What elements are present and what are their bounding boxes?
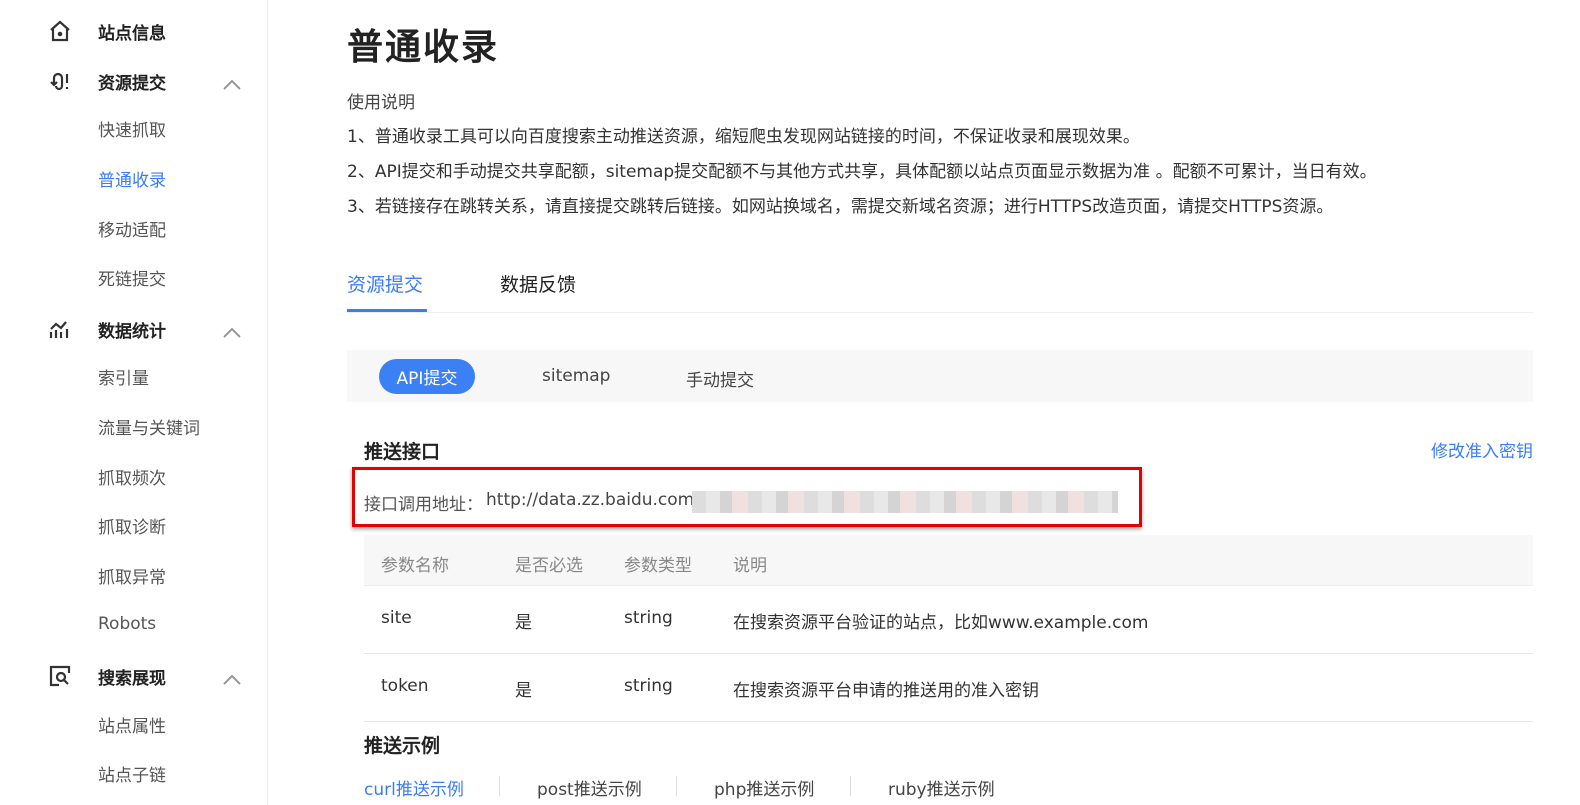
usage-line: 2、API提交和手动提交共享配额，sitemap提交配额不与其他方式共享，具体配… [347,162,1377,182]
sidebar-item-label: 死链提交 [98,269,166,290]
cell: 是 [515,613,532,633]
sidebar-item-label: Robots [98,614,157,634]
subtab-manual[interactable]: 手动提交 [686,366,754,391]
usage-line: 1、普通收录工具可以向百度搜索主动推送资源，缩短爬虫发现网站链接的时间，不保证收… [347,127,1140,147]
sidebar-item-label: 流量与关键词 [98,418,200,439]
sidebar-item[interactable]: 站点属性 [0,704,267,744]
sidebar-item[interactable]: 数据统计 [0,309,267,349]
sidebar-item-label: 抓取诊断 [98,517,166,538]
sidebar-item[interactable]: Robots [0,604,267,644]
api-address: http://data.zz.baidu.com/ [486,490,700,510]
sidebar-item-label: 资源提交 [98,73,166,94]
page-title: 普通收录 [347,27,500,68]
subtab-sitemap[interactable]: sitemap [542,366,610,386]
redacted-token [692,491,1118,513]
sidebar-item-label: 站点信息 [98,23,166,44]
params-table-header: 参数名称 是否必选 参数类型 说明 [364,535,1533,586]
sidebar-item[interactable]: 站点信息 [0,11,267,51]
sidebar-item[interactable]: 快速抓取 [0,108,267,148]
sidebar-item-label: 普通收录 [98,170,166,191]
chevron-up-icon[interactable] [222,323,242,338]
tab-data-feedback[interactable]: 数据反馈 [500,270,576,297]
sidebar: 站点信息资源提交快速抓取普通收录移动适配死链提交数据统计索引量流量与关键词 抓取频… [0,0,268,805]
sidebar-item[interactable]: 抓取异常 [0,555,267,595]
cell: 在搜索资源平台验证的站点，比如www.example.com [733,613,1149,633]
sidebar-item[interactable]: 死链提交 [0,257,267,297]
usage-title: 使用说明 [347,93,415,113]
sidebar-item-label: 快速抓取 [98,120,166,141]
example-tab-post[interactable]: post推送示例 [537,775,642,800]
sidebar-item[interactable]: 抓取频次 [0,456,267,496]
sidebar-item[interactable]: 流量与关键词 [0,406,267,446]
modify-key-link[interactable]: 修改准入密钥 [1431,437,1533,462]
sidebar-item[interactable]: 索引量 [0,356,267,396]
search-display-icon [48,664,72,688]
sidebar-item-label: 抓取异常 [98,567,166,588]
sidebar-item[interactable]: 站点子链 [0,753,267,793]
tab-resource-submit[interactable]: 资源提交 [347,270,423,297]
cell: string [624,608,673,628]
chevron-up-icon[interactable] [222,670,242,685]
cell: token [381,676,429,696]
divider [676,776,677,796]
table-row: site 是 string 在搜索资源平台验证的站点，比如www.example… [364,586,1533,654]
push-example-title: 推送示例 [364,735,441,757]
cell: 在搜索资源平台申请的推送用的准入密钥 [733,681,1039,701]
col-header: 参数类型 [624,556,692,576]
chevron-up-icon[interactable] [222,75,242,90]
usage-line: 3、若链接存在跳转关系，请直接提交跳转后链接。如网站换域名，需提交新域名资源；进… [347,197,1334,217]
cell: 是 [515,681,532,701]
cell: string [624,676,673,696]
sidebar-item-label: 搜索展现 [98,668,166,689]
sidebar-item[interactable]: 普通收录 [0,158,267,198]
sidebar-item-label: 索引量 [98,368,149,389]
table-row: token 是 string 在搜索资源平台申请的推送用的准入密钥 [364,654,1533,722]
sidebar-item-label: 站点子链 [98,765,166,786]
tabs-divider [347,312,1533,313]
push-interface-title: 推送接口 [364,441,441,463]
api-address-highlight: 接口调用地址： http://data.zz.baidu.com/ [352,467,1142,527]
sidebar-item-label: 站点属性 [98,716,166,737]
col-header: 参数名称 [381,556,449,576]
sidebar-item[interactable]: 资源提交 [0,61,267,101]
subtab-bar: API提交 sitemap 手动提交 [347,350,1533,402]
example-tab-php[interactable]: php推送示例 [714,775,814,800]
home-icon [48,19,72,43]
api-address-label: 接口调用地址： [364,495,483,515]
sidebar-item-label: 移动适配 [98,220,166,241]
subtab-api[interactable]: API提交 [379,359,475,394]
sidebar-item[interactable]: 抓取诊断 [0,505,267,545]
sidebar-item-label: 数据统计 [98,321,166,342]
col-header: 说明 [733,556,767,576]
chart-icon [48,317,72,341]
sidebar-item-label: 抓取频次 [98,468,166,489]
divider [499,776,500,796]
example-tab-curl[interactable]: curl推送示例 [364,775,464,800]
example-tab-ruby[interactable]: ruby推送示例 [888,775,995,800]
sidebar-item[interactable]: 搜索展现 [0,656,267,696]
submit-icon [48,69,72,93]
sidebar-item[interactable]: 移动适配 [0,208,267,248]
col-header: 是否必选 [515,556,583,576]
cell: site [381,608,412,628]
divider [850,776,851,796]
